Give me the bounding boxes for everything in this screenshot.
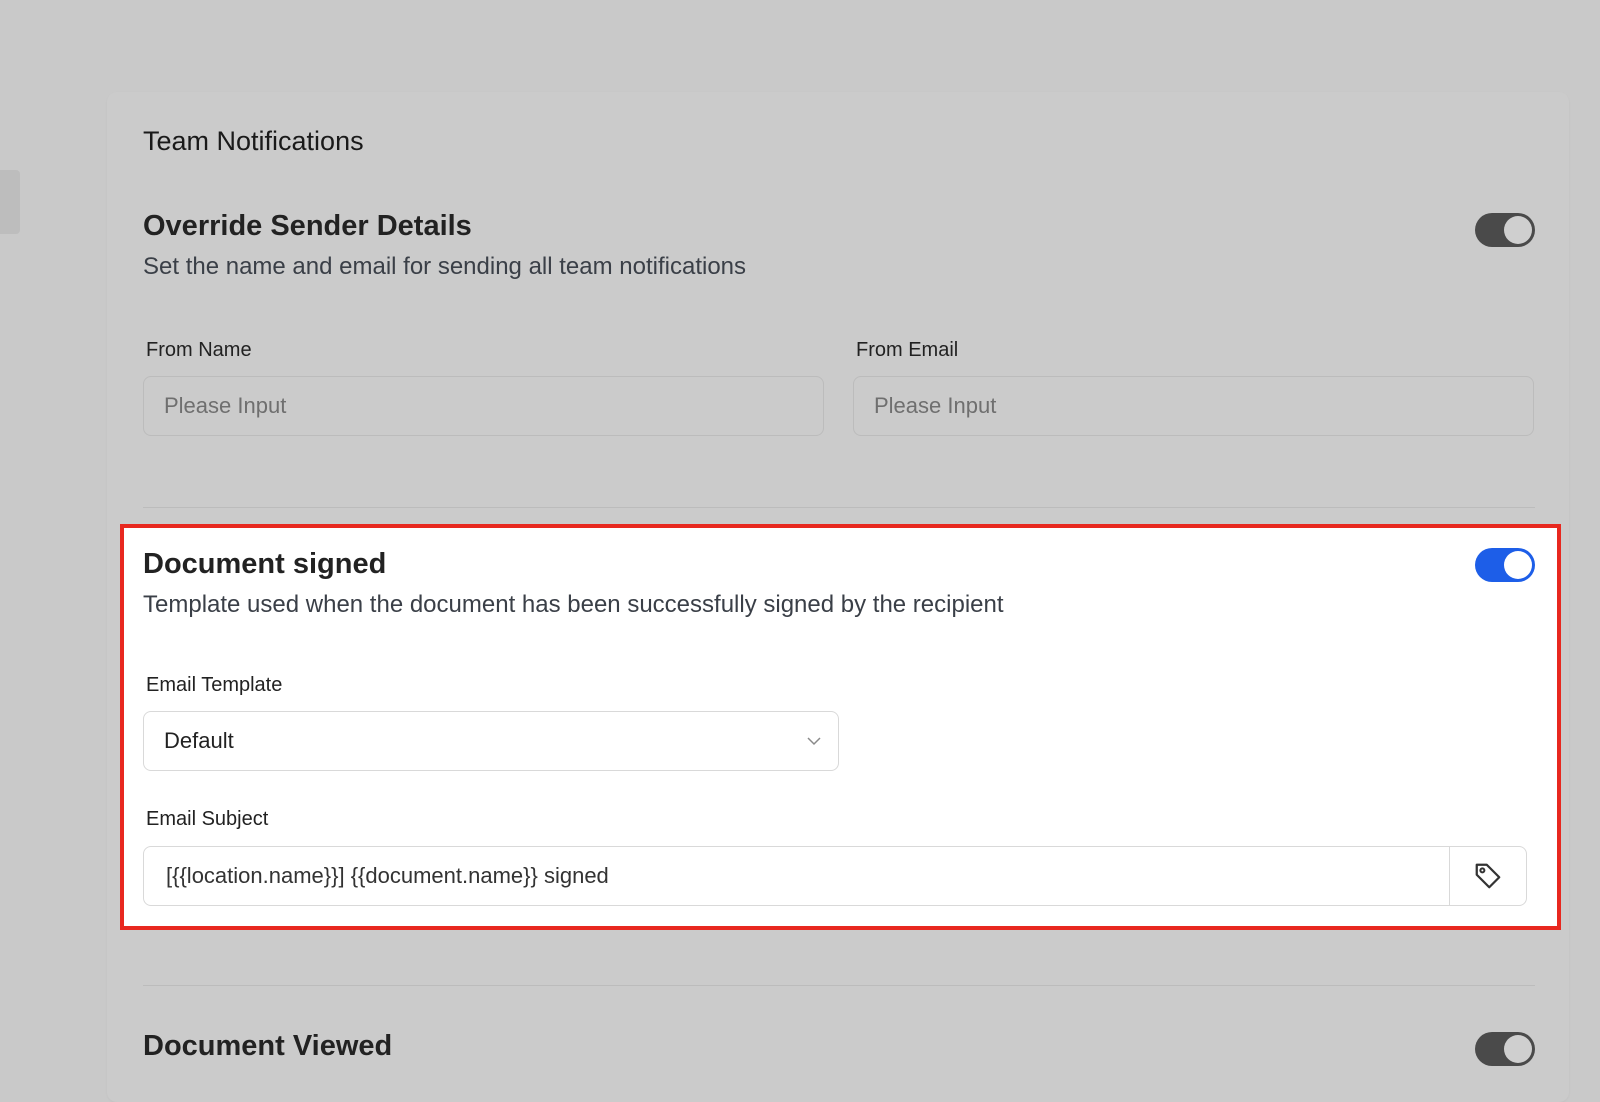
chevron-down-icon <box>807 737 821 746</box>
email-template-select[interactable]: Default <box>143 711 839 771</box>
override-sender-description: Set the name and email for sending all t… <box>143 253 747 280</box>
from-email-label: From Email <box>856 339 959 361</box>
toggle-knob <box>1504 216 1532 244</box>
email-subject-field[interactable]: [{{location.name}}] {{document.name}} si… <box>143 846 1527 906</box>
email-subject-label: Email Subject <box>146 808 269 830</box>
section-divider <box>143 507 1535 508</box>
toggle-knob <box>1504 1035 1532 1063</box>
from-name-label: From Name <box>146 339 252 361</box>
document-signed-description: Template used when the document has been… <box>143 591 1004 618</box>
section-divider <box>143 985 1535 986</box>
document-signed-title: Document signed <box>143 548 387 580</box>
tag-icon <box>1475 863 1501 889</box>
document-viewed-toggle[interactable] <box>1475 1032 1535 1066</box>
card-title: Team Notifications <box>143 126 364 156</box>
override-sender-title: Override Sender Details <box>143 210 472 242</box>
email-subject-value: [{{location.name}}] {{document.name}} si… <box>166 863 609 888</box>
toggle-knob <box>1504 551 1532 579</box>
email-template-label: Email Template <box>146 674 283 696</box>
document-viewed-title: Document Viewed <box>143 1030 393 1062</box>
side-panel-edge <box>0 170 20 234</box>
override-sender-toggle[interactable] <box>1475 213 1535 247</box>
insert-tag-button[interactable] <box>1449 847 1526 905</box>
from-name-input[interactable] <box>143 376 824 436</box>
from-email-input[interactable] <box>853 376 1534 436</box>
email-template-value: Default <box>164 728 234 753</box>
document-signed-toggle[interactable] <box>1475 548 1535 582</box>
